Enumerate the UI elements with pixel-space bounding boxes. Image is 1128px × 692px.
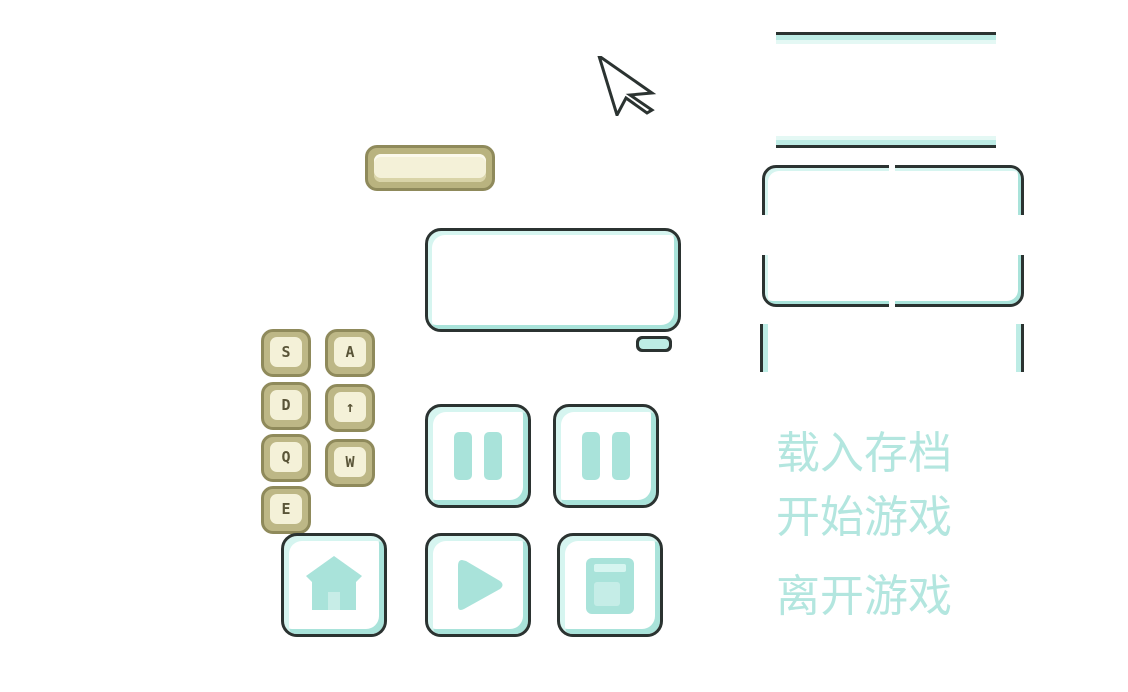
menu-item-quit-game[interactable]: 离开游戏 <box>776 571 1036 623</box>
play-button[interactable] <box>425 533 531 637</box>
pause-icon <box>454 432 502 480</box>
home-icon <box>306 556 362 610</box>
save-icon <box>586 558 634 614</box>
home-button[interactable] <box>281 533 387 637</box>
menu-item-load-save[interactable]: 载入存档 <box>776 428 1036 480</box>
save-button[interactable] <box>557 533 663 637</box>
dialog-indicator <box>636 336 672 352</box>
key-d[interactable]: D <box>261 382 311 430</box>
menu-item-start-game[interactable]: 开始游戏 <box>776 492 1036 544</box>
key-a[interactable]: A <box>325 329 375 377</box>
key-e[interactable]: E <box>261 486 311 534</box>
key-up[interactable]: ↑ <box>325 384 375 432</box>
dialog-box <box>425 228 681 332</box>
pause-button-alt[interactable] <box>553 404 659 508</box>
play-icon <box>458 560 503 610</box>
pause-icon <box>582 432 630 480</box>
key-s[interactable]: S <box>261 329 311 377</box>
key-w[interactable]: W <box>325 439 375 487</box>
key-q[interactable]: Q <box>261 434 311 482</box>
panel-rail-right <box>1008 324 1024 372</box>
arrow-cursor-icon <box>597 56 657 116</box>
panel-rail-left <box>760 324 776 372</box>
yellow-progress-bar <box>365 145 495 191</box>
pause-button[interactable] <box>425 404 531 508</box>
panel-top-bar <box>776 32 996 46</box>
frame-slice-gap <box>757 215 1029 255</box>
panel-bottom-bar <box>776 136 996 150</box>
